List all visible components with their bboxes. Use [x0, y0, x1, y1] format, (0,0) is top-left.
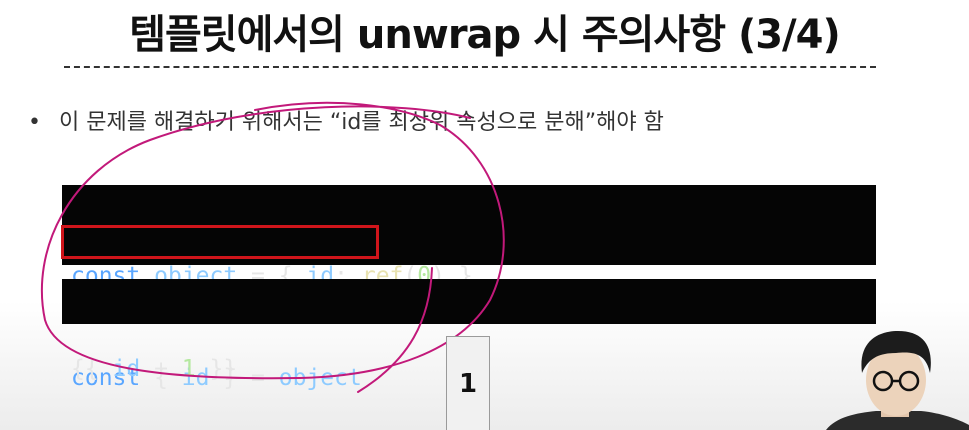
code-number: 1	[181, 356, 196, 382]
code-mustache-open: {{	[71, 356, 113, 382]
code-property: id	[112, 356, 141, 382]
code-operator: +	[140, 356, 182, 382]
code-block-template: {{ id + 1 }}	[62, 279, 876, 382]
code-mustache-close: }}	[195, 356, 238, 382]
page-number: 1	[446, 336, 490, 430]
slide-title: 템플릿에서의 unwrap 시 주의사항 (3/4)	[129, 12, 841, 58]
title-divider	[64, 66, 876, 68]
bullet-point: • 이 문제를 해결하기 위해서는 “id를 최상위 속성으로 분해”해야 함	[28, 104, 664, 136]
bullet-text: 이 문제를 해결하기 위해서는 “id를 최상위 속성으로 분해”해야 함	[58, 110, 664, 135]
presenter-webcam-icon	[826, 331, 969, 430]
highlight-box	[61, 225, 379, 259]
bullet-marker: •	[28, 110, 41, 135]
